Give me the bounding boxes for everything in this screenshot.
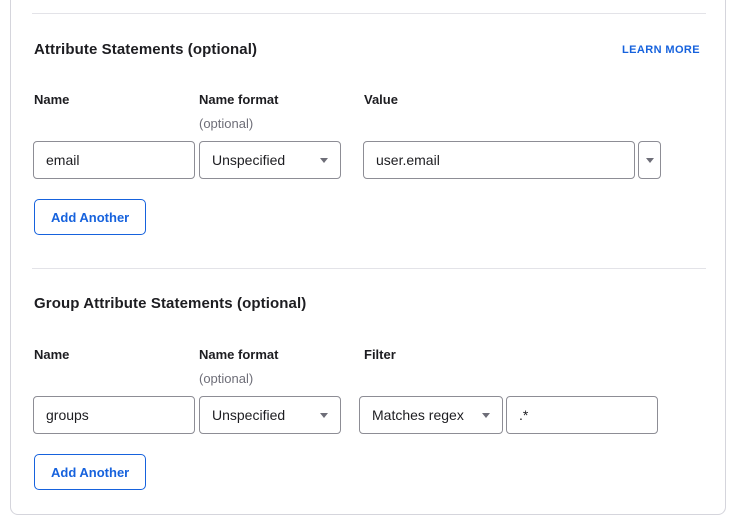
- attr-name-field: [33, 141, 195, 179]
- section-divider-middle: [32, 268, 706, 269]
- attr-value-input[interactable]: [364, 142, 634, 178]
- attr-name-input[interactable]: [34, 142, 194, 178]
- group-filter-type-select[interactable]: Matches regex: [359, 396, 503, 434]
- attr-value-dropdown-button[interactable]: [638, 141, 661, 179]
- chevron-down-icon: [482, 413, 490, 418]
- attr-column-name-label: Name: [34, 92, 69, 107]
- attr-name-format-select[interactable]: Unspecified: [199, 141, 341, 179]
- section-divider-top: [32, 13, 706, 14]
- attr-column-name-format-label: Name format: [199, 92, 278, 107]
- attr-column-name-format-hint: (optional): [199, 116, 253, 131]
- group-name-format-select[interactable]: Unspecified: [199, 396, 341, 434]
- attribute-statements-title: Attribute Statements (optional): [34, 41, 257, 58]
- attr-column-value-label: Value: [364, 92, 398, 107]
- group-filter-value-field: [506, 396, 658, 434]
- group-column-name-format-hint: (optional): [199, 371, 253, 386]
- group-column-name-label: Name: [34, 347, 69, 362]
- group-column-filter-label: Filter: [364, 347, 396, 362]
- group-name-field: [33, 396, 195, 434]
- group-add-another-button[interactable]: Add Another: [34, 454, 146, 490]
- learn-more-link[interactable]: LEARN MORE: [622, 44, 700, 56]
- group-attribute-statements-title: Group Attribute Statements (optional): [34, 295, 306, 312]
- chevron-down-icon: [320, 158, 328, 163]
- chevron-down-icon: [320, 413, 328, 418]
- attr-add-another-button[interactable]: Add Another: [34, 199, 146, 235]
- group-filter-type-selected-value: Matches regex: [372, 407, 464, 423]
- settings-card: Attribute Statements (optional) LEARN MO…: [10, 0, 726, 515]
- group-name-format-selected-value: Unspecified: [212, 407, 285, 423]
- attr-name-format-selected-value: Unspecified: [212, 152, 285, 168]
- group-name-input[interactable]: [34, 397, 194, 433]
- chevron-down-icon: [646, 158, 654, 163]
- group-filter-value-input[interactable]: [507, 397, 657, 433]
- group-column-name-format-label: Name format: [199, 347, 278, 362]
- attr-value-field: [363, 141, 635, 179]
